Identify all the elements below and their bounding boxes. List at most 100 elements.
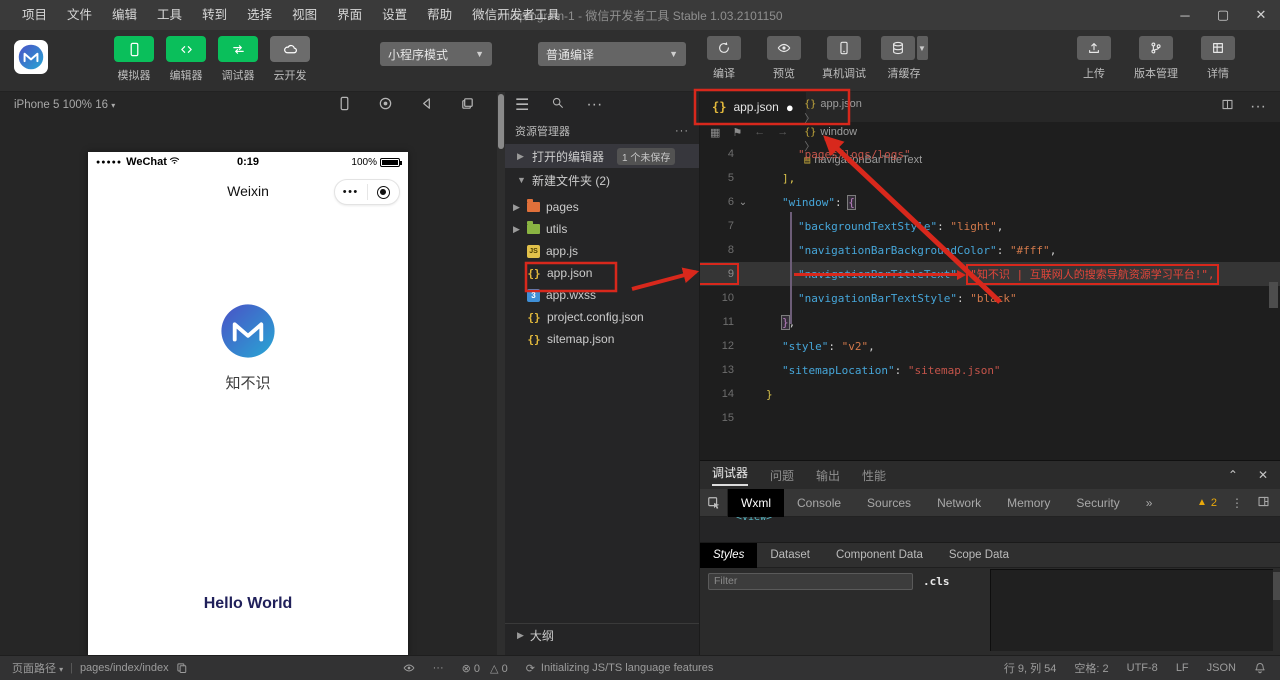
styles-tab-scope-data[interactable]: Scope Data [936, 543, 1022, 568]
problem-counters[interactable]: ⊗ 0 △ 0 [462, 662, 508, 675]
copy-icon[interactable] [176, 662, 188, 675]
overflow-tabs-icon[interactable]: » [1133, 489, 1166, 517]
page-path-selector[interactable]: 页面路径 ▾ [12, 660, 63, 676]
code-line-15[interactable]: 15 [700, 406, 1280, 430]
code-line-6[interactable]: 6 ⌄ "window": { [700, 190, 1280, 214]
filter-input[interactable] [708, 572, 913, 590]
真机调试-button[interactable]: 真机调试 [820, 36, 868, 81]
dock-side-icon[interactable] [1257, 495, 1270, 511]
预览-button[interactable]: 预览 [760, 36, 808, 81]
side-scrollbar[interactable] [1273, 572, 1280, 600]
云开发-button[interactable]: 云开发 [266, 36, 314, 83]
版本管理-button[interactable]: 版本管理 [1132, 36, 1180, 81]
warning-counter[interactable]: ▲ 2 [1197, 497, 1217, 509]
styles-tab-styles[interactable]: Styles [700, 542, 758, 568]
file-list-icon[interactable]: ☰ [515, 95, 529, 115]
root-folder-row[interactable]: ▼ 新建文件夹 (2) [505, 168, 699, 192]
file-app-js[interactable]: JS app.js [505, 240, 699, 262]
unsaved-dot-icon[interactable]: ● [786, 100, 794, 115]
file-sitemap-json[interactable]: {} sitemap.json [505, 328, 699, 350]
模拟器-button[interactable]: 模拟器 [110, 36, 158, 83]
preview-eye-icon[interactable] [403, 662, 415, 675]
code-line-5[interactable]: 5], [700, 166, 1280, 190]
debug-tab-性能[interactable]: 性能 [862, 467, 886, 484]
mode-select[interactable]: 小程序模式 ▼ [380, 42, 492, 66]
menu-item-工具[interactable]: 工具 [147, 0, 192, 30]
file-utils[interactable]: ▶ utils [505, 218, 699, 240]
bookmark-icon[interactable]: ⚑ [732, 126, 742, 139]
breadcrumb-item-window[interactable]: {} window [804, 126, 922, 138]
editor-scrollbar[interactable] [1269, 282, 1278, 308]
menu-item-界面[interactable]: 界面 [327, 0, 372, 30]
code-line-8[interactable]: 8 "navigationBarBackgroundColor": "#fff", [700, 238, 1280, 262]
code-line-14[interactable]: 14} [700, 382, 1280, 406]
code-line-7[interactable]: 7 "backgroundTextStyle": "light", [700, 214, 1280, 238]
tab-app-json[interactable]: {} app.json ● [700, 92, 806, 122]
kebab-menu-icon[interactable]: ⋮ [1231, 496, 1243, 510]
devtools-tab-wxml[interactable]: Wxml [728, 488, 784, 517]
device-frame-icon[interactable] [337, 96, 352, 114]
wxml-tree-strip[interactable]: <view> [700, 517, 1280, 543]
more-icon[interactable]: ··· [675, 125, 689, 137]
more-icon[interactable]: ··· [1250, 98, 1266, 116]
bell-icon[interactable] [1254, 662, 1266, 675]
code-line-11[interactable]: 11}, [700, 310, 1280, 334]
inspect-element-icon[interactable] [700, 488, 728, 517]
device-selector[interactable]: iPhone 5 100% 16 ▾ [14, 99, 115, 111]
menu-item-转到[interactable]: 转到 [192, 0, 237, 30]
forward-icon[interactable]: → [777, 126, 788, 139]
phone-preview[interactable]: ●●●●● WeChat 0:19 100% Weixin ••• 知不识 He… [88, 152, 408, 655]
maximize-button[interactable]: ▢ [1204, 0, 1242, 30]
exit-target-icon[interactable] [368, 185, 400, 199]
capsule-menu[interactable]: ••• [334, 179, 400, 205]
file-app-wxss[interactable]: 3 app.wxss [505, 284, 699, 306]
panel-scrollbar[interactable] [497, 92, 505, 655]
back-icon[interactable]: ← [754, 126, 765, 139]
menu-item-项目[interactable]: 项目 [12, 0, 57, 30]
menu-item-帮助[interactable]: 帮助 [417, 0, 462, 30]
menu-item-设置[interactable]: 设置 [372, 0, 417, 30]
close-button[interactable]: ✕ [1242, 0, 1280, 30]
multi-window-icon[interactable] [460, 96, 475, 114]
rotate-icon[interactable] [419, 96, 434, 114]
调试器-button[interactable]: 调试器 [214, 36, 262, 83]
minimize-button[interactable]: ─ [1166, 0, 1204, 30]
file-app-json[interactable]: {} app.json [505, 262, 699, 284]
file-pages[interactable]: ▶ pages [505, 196, 699, 218]
statusbar-item[interactable]: 行 9, 列 54 [1004, 660, 1057, 676]
编译-button[interactable]: 编译 [700, 36, 748, 81]
screen-record-icon[interactable] [378, 96, 393, 114]
devtools-tab-memory[interactable]: Memory [994, 489, 1063, 517]
grid-icon[interactable]: ▦ [710, 126, 720, 139]
fold-icon[interactable]: ⌄ [734, 197, 752, 208]
file-project-config-json[interactable]: {} project.config.json [505, 306, 699, 328]
code-line-9[interactable]: 9 "navigationBarTitleText": "知不识 | 互联网人的搜… [700, 262, 1280, 286]
chevron-down-icon[interactable]: ▼ [916, 36, 928, 60]
statusbar-item[interactable]: JSON [1207, 662, 1236, 674]
search-icon[interactable] [551, 96, 564, 114]
debug-tab-调试器[interactable]: 调试器 [712, 464, 749, 486]
devtools-tab-security[interactable]: Security [1063, 489, 1132, 517]
code-editor[interactable]: 4 "pages/logs/logs" 5], 6 ⌄ "window": {7 "back… [700, 142, 1280, 460]
devtools-tab-console[interactable]: Console [784, 489, 854, 517]
styles-tab-component-data[interactable]: Component Data [823, 543, 936, 568]
compile-mode-select[interactable]: 普通编译 ▼ [538, 42, 686, 66]
debug-tab-问题[interactable]: 问题 [770, 467, 794, 484]
devtools-tab-sources[interactable]: Sources [854, 489, 924, 517]
清缓存-button[interactable]: ▼ 清缓存 [880, 36, 928, 81]
outline-section[interactable]: ▶ 大纲 [505, 623, 699, 647]
more-icon[interactable]: ··· [433, 662, 444, 674]
menu-item-文件[interactable]: 文件 [57, 0, 102, 30]
devtools-tab-network[interactable]: Network [924, 489, 994, 517]
code-line-13[interactable]: 13 "sitemapLocation": "sitemap.json" [700, 358, 1280, 382]
上传-button[interactable]: 上传 [1070, 36, 1118, 81]
debug-tab-输出[interactable]: 输出 [816, 467, 840, 484]
详情-button[interactable]: 详情 [1194, 36, 1242, 81]
split-editor-icon[interactable] [1221, 98, 1234, 116]
styles-tab-dataset[interactable]: Dataset [757, 543, 823, 568]
code-line-10[interactable]: 10 "navigationBarTextStyle": "black" [700, 286, 1280, 310]
statusbar-item[interactable]: LF [1176, 662, 1189, 674]
statusbar-item[interactable]: 空格: 2 [1074, 660, 1108, 676]
code-line-12[interactable]: 12 "style": "v2", [700, 334, 1280, 358]
cls-toggle[interactable]: .cls [923, 575, 950, 588]
